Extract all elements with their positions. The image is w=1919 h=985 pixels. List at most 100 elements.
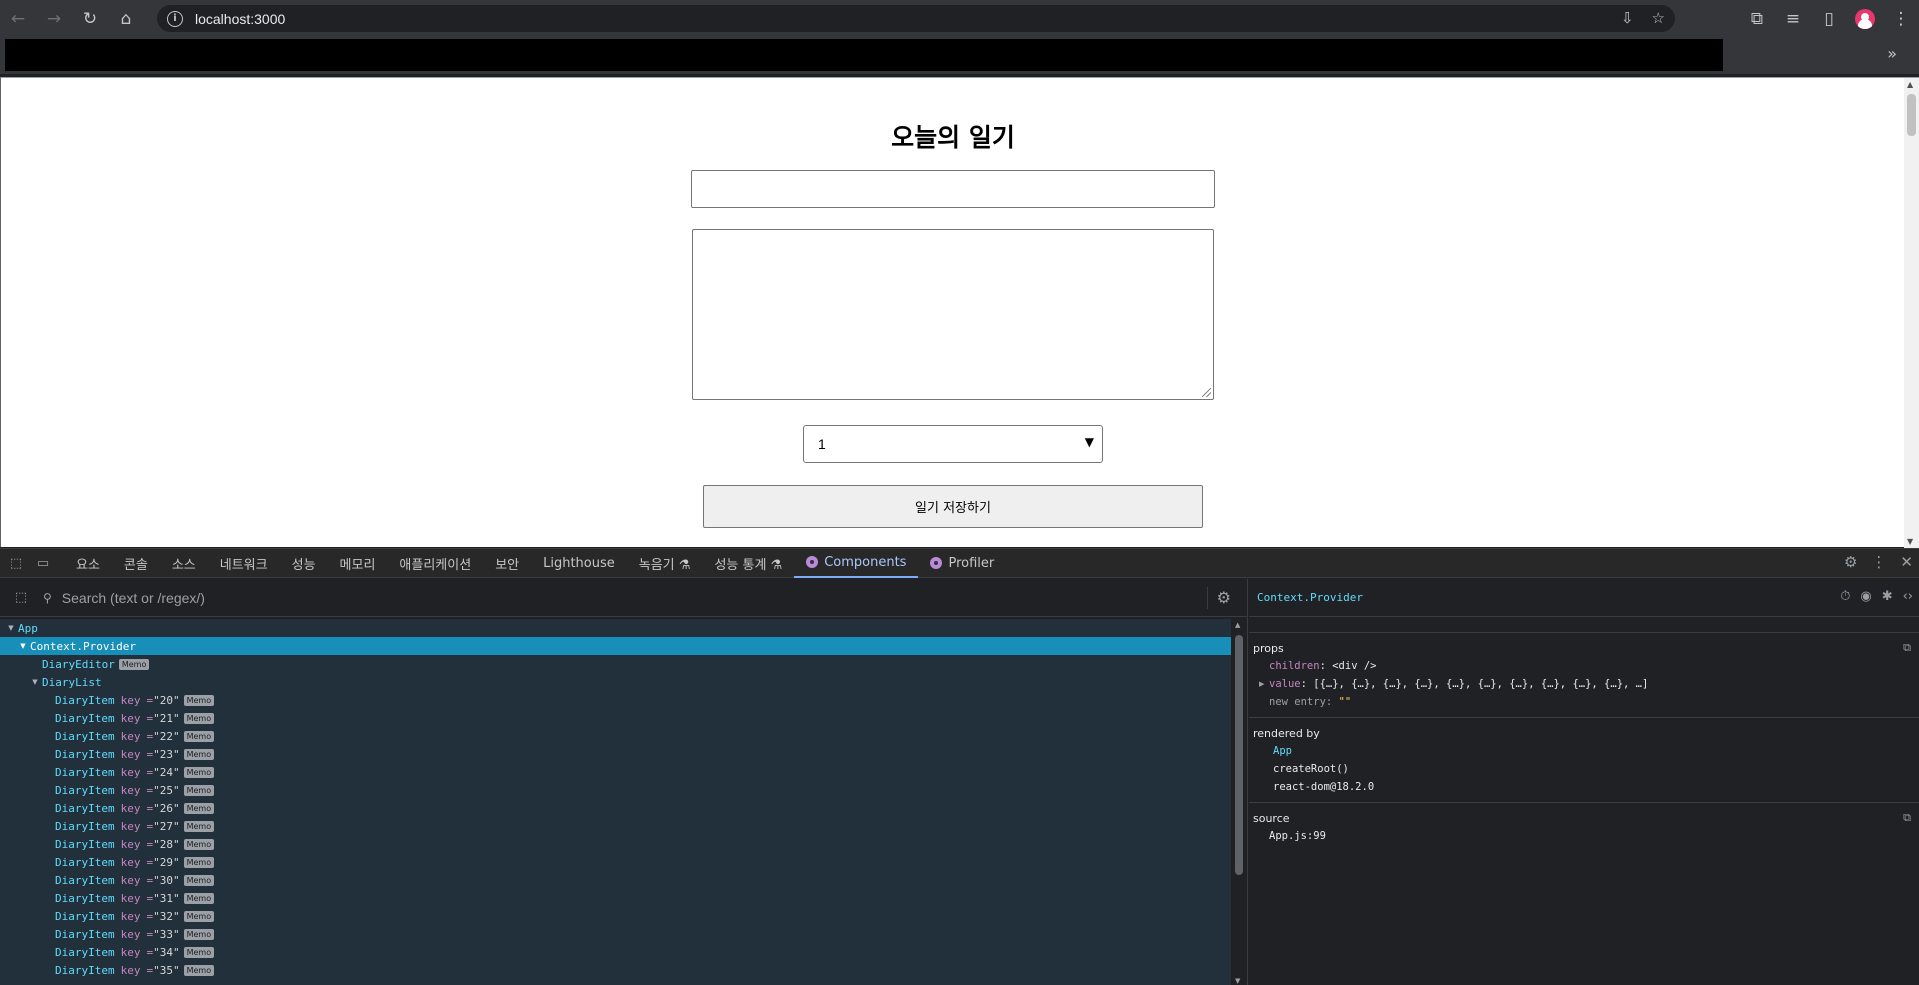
- page-scrollbar[interactable]: ▲ ▼: [1904, 78, 1919, 548]
- scroll-down-icon[interactable]: ▼: [1907, 537, 1913, 546]
- rendered-by-section: rendered by App createRoot() react-dom@1…: [1249, 718, 1919, 803]
- code-icon[interactable]: ‹›: [1903, 589, 1913, 604]
- prop-children[interactable]: children: <div />: [1253, 657, 1919, 675]
- equals-sign: key: [120, 729, 141, 743]
- resize-handle-icon[interactable]: [1202, 388, 1211, 397]
- tree-node-diary-item[interactable]: DiaryItem key = "23" Memo: [0, 745, 1232, 763]
- copy-icon[interactable]: ⧉: [1903, 641, 1911, 655]
- browser-toolbar: ← → ↻ ⌂ i localhost:3000 ⇩ ☆ ⧉ ≡ ▯ ⋮: [0, 0, 1919, 37]
- scroll-thumb[interactable]: [1235, 635, 1243, 875]
- tree-node-app[interactable]: ▼ App: [0, 619, 1232, 637]
- copy-icon[interactable]: ⧉: [1903, 811, 1911, 825]
- devtools-menu-icon[interactable]: ⋮: [1871, 553, 1886, 571]
- tab-memory[interactable]: 메모리: [328, 549, 388, 578]
- tab-profiler[interactable]: Profiler: [918, 549, 1006, 578]
- expand-arrow-icon[interactable]: ▶: [1259, 680, 1269, 688]
- tree-node-diary-item[interactable]: DiaryItem key = "34" Memo: [0, 943, 1232, 961]
- tree-node-diary-item[interactable]: DiaryItem key = "27" Memo: [0, 817, 1232, 835]
- inspect-element-icon[interactable]: ⬚: [5, 552, 27, 574]
- tree-node-diary-item[interactable]: DiaryItem key = "22" Memo: [0, 727, 1232, 745]
- home-icon[interactable]: ⌂: [108, 0, 144, 37]
- expand-arrow-icon[interactable]: ▼: [18, 642, 28, 650]
- components-search-bar: ⬚ ⚲ Search (text or /regex/) ⚙: [0, 579, 1248, 617]
- tree-node-diary-item[interactable]: DiaryItem key = "26" Memo: [0, 799, 1232, 817]
- tree-node-diary-item[interactable]: DiaryItem key = "21" Memo: [0, 709, 1232, 727]
- scroll-up-icon[interactable]: ▲: [1907, 80, 1913, 89]
- memo-badge: Memo: [183, 892, 215, 904]
- more-bookmarks-icon[interactable]: »: [1887, 44, 1897, 63]
- expand-arrow-icon[interactable]: ▼: [30, 678, 40, 686]
- inspected-component-name: Context.Provider: [1257, 591, 1363, 604]
- tree-node-diary-editor[interactable]: DiaryEditor Memo: [0, 655, 1232, 673]
- scroll-thumb[interactable]: [1907, 94, 1916, 136]
- tab-recorder[interactable]: 녹음기 ⚗: [627, 549, 703, 578]
- tree-node-diary-item[interactable]: DiaryItem key = "35" Memo: [0, 961, 1232, 979]
- tree-node-diary-item[interactable]: DiaryItem key = "29" Memo: [0, 853, 1232, 871]
- tree-scrollbar[interactable]: ▲ ▼: [1231, 619, 1247, 985]
- components-tree-pane: ⬚ ⚲ Search (text or /regex/) ⚙ ▼ App ▼ C…: [0, 579, 1248, 985]
- source-location[interactable]: App.js:99: [1253, 827, 1919, 845]
- gear-icon[interactable]: ⚙: [1217, 588, 1231, 607]
- site-info-icon[interactable]: i: [167, 10, 183, 27]
- rendered-by-app[interactable]: App: [1253, 742, 1919, 760]
- tree-node-context-provider[interactable]: ▼ Context.Provider: [0, 637, 1232, 655]
- emotion-select[interactable]: 1 ▼: [803, 425, 1103, 463]
- back-icon[interactable]: ←: [0, 0, 36, 37]
- side-panel-icon[interactable]: ▯: [1811, 0, 1847, 37]
- expand-arrow-icon[interactable]: ▼: [6, 624, 16, 632]
- save-button[interactable]: 일기 저장하기: [703, 485, 1203, 528]
- prop-new-entry[interactable]: new entry: "": [1253, 693, 1919, 711]
- equals-sign: key: [120, 837, 141, 851]
- scroll-down-icon[interactable]: ▼: [1235, 977, 1240, 985]
- tab-components[interactable]: Components: [794, 549, 919, 578]
- bug-icon[interactable]: ✱: [1882, 589, 1893, 604]
- tree-node-diary-item[interactable]: DiaryItem key = "33" Memo: [0, 925, 1232, 943]
- content-textarea[interactable]: [692, 229, 1214, 400]
- tree-node-diary-item[interactable]: DiaryItem key = "31" Memo: [0, 889, 1232, 907]
- select-element-icon[interactable]: ⬚: [11, 588, 31, 608]
- tab-elements[interactable]: 요소: [64, 549, 112, 578]
- tab-performance[interactable]: 성능: [280, 549, 328, 578]
- devtools-settings-icon[interactable]: ⚙: [1844, 553, 1857, 571]
- media-controls-icon[interactable]: ≡: [1775, 0, 1811, 37]
- component-tree: ▼ App ▼ Context.Provider DiaryEditor Mem…: [0, 619, 1232, 985]
- tree-node-diary-item[interactable]: DiaryItem key = "25" Memo: [0, 781, 1232, 799]
- forward-icon[interactable]: →: [36, 0, 72, 37]
- tab-components-label: Components: [824, 554, 907, 570]
- tab-security[interactable]: 보안: [483, 549, 531, 578]
- eye-icon[interactable]: ◉: [1860, 589, 1871, 604]
- tab-network[interactable]: 네트워크: [208, 549, 280, 578]
- search-input[interactable]: Search (text or /regex/): [62, 590, 205, 606]
- tab-performance-insights[interactable]: 성능 통계 ⚗: [702, 549, 794, 578]
- profile-avatar[interactable]: [1847, 0, 1883, 37]
- address-bar[interactable]: i localhost:3000 ⇩ ☆: [157, 5, 1675, 32]
- inspector-header: Context.Provider ⏱ ◉ ✱ ‹›: [1249, 579, 1919, 617]
- equals-sign: key: [120, 819, 141, 833]
- stopwatch-icon[interactable]: ⏱: [1840, 589, 1850, 604]
- tree-node-diary-list[interactable]: ▼ DiaryList: [0, 673, 1232, 691]
- tree-node-diary-item[interactable]: DiaryItem key = "32" Memo: [0, 907, 1232, 925]
- tab-console[interactable]: 콘솔: [112, 549, 160, 578]
- tree-node-diary-item[interactable]: DiaryItem key = "28" Memo: [0, 835, 1232, 853]
- tab-lighthouse[interactable]: Lighthouse: [531, 549, 627, 578]
- extensions-icon[interactable]: ⧉: [1739, 0, 1775, 37]
- diary-item-rows: DiaryItem key = "20" Memo DiaryItem key = "21" Me…: [0, 691, 1232, 979]
- memo-badge: Memo: [118, 658, 150, 670]
- props-section: props ⧉ children: <div /> ▶ value: [{…},…: [1249, 633, 1919, 718]
- tab-application[interactable]: 애플리케이션: [387, 549, 483, 578]
- author-input[interactable]: [691, 170, 1215, 208]
- scroll-up-icon[interactable]: ▲: [1235, 621, 1240, 629]
- prop-value[interactable]: ▶ value: [{…}, {…}, {…}, {…}, {…}, {…}, …: [1253, 675, 1919, 693]
- url-text[interactable]: localhost:3000: [195, 11, 285, 27]
- close-icon[interactable]: ✕: [1900, 553, 1913, 571]
- browser-menu-icon[interactable]: ⋮: [1883, 0, 1919, 37]
- tab-sources[interactable]: 소스: [160, 549, 208, 578]
- tree-node-diary-item[interactable]: DiaryItem key = "24" Memo: [0, 763, 1232, 781]
- install-app-icon[interactable]: ⇩: [1621, 9, 1634, 27]
- reload-icon[interactable]: ↻: [72, 0, 108, 37]
- tree-node-diary-item[interactable]: DiaryItem key = "20" Memo: [0, 691, 1232, 709]
- device-toolbar-icon[interactable]: ▭: [32, 552, 54, 574]
- memo-badge: Memo: [183, 748, 215, 760]
- tree-node-diary-item[interactable]: DiaryItem key = "30" Memo: [0, 871, 1232, 889]
- bookmark-star-icon[interactable]: ☆: [1652, 9, 1665, 27]
